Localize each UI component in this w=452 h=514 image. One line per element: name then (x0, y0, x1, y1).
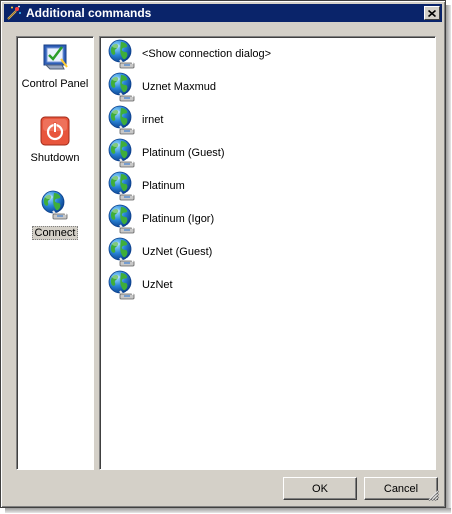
control-panel-icon (43, 44, 68, 70)
globe-network-icon (39, 189, 71, 221)
list-item[interactable]: irnet (106, 104, 163, 136)
globe-network-icon (106, 38, 138, 70)
sidebar-item-shutdown[interactable]: Shutdown (17, 115, 93, 164)
list-item-label: Platinum (Igor) (142, 213, 215, 225)
sidebar-item-label: Control Panel (21, 78, 89, 90)
list-item-label: <Show connection dialog> (142, 48, 272, 60)
list-item[interactable]: Uznet Maxmud (106, 71, 216, 103)
resize-grip-icon[interactable] (428, 490, 439, 501)
list-item[interactable]: Platinum (Igor) (106, 203, 214, 235)
close-icon (428, 9, 436, 17)
command-sidebar: Control Panel Shutdown Connect (16, 36, 94, 470)
globe-network-icon (106, 137, 138, 169)
power-icon (40, 116, 70, 146)
list-item-label: UzNet (Guest) (142, 246, 213, 258)
sidebar-item-label: Shutdown (30, 152, 80, 164)
list-item-label: Platinum (142, 180, 185, 192)
list-item[interactable]: UzNet (Guest) (106, 236, 212, 268)
list-item[interactable]: <Show connection dialog> (106, 38, 271, 70)
globe-network-icon (106, 104, 138, 136)
list-item[interactable]: UzNet (106, 269, 173, 301)
title-bar[interactable]: Additional commands (4, 4, 442, 22)
sidebar-item-label: Connect (31, 226, 79, 240)
list-item-label: Uznet Maxmud (142, 81, 216, 93)
cancel-button[interactable]: Cancel (364, 477, 438, 500)
globe-network-icon (106, 269, 138, 301)
globe-network-icon (106, 236, 138, 268)
window-shadow (5, 508, 451, 513)
connection-list[interactable]: <Show connection dialog> Uznet Maxmud ir… (99, 36, 436, 470)
globe-network-icon (106, 170, 138, 202)
window-title: Additional commands (26, 6, 152, 20)
list-item-label: Platinum (Guest) (142, 147, 225, 159)
globe-network-icon (106, 71, 138, 103)
window-shadow (446, 5, 451, 510)
list-item[interactable]: Platinum (106, 170, 185, 202)
dialog-window: Additional commands Control Panel Shutdo… (0, 0, 446, 508)
list-item-label: irnet (142, 114, 164, 126)
sidebar-item-control-panel[interactable]: Control Panel (17, 41, 93, 90)
close-button[interactable] (424, 6, 440, 20)
list-item-label: UzNet (142, 279, 173, 291)
sidebar-item-connect[interactable]: Connect (17, 189, 93, 240)
list-item[interactable]: Platinum (Guest) (106, 137, 225, 169)
globe-network-icon (106, 203, 138, 235)
wand-icon (7, 5, 21, 20)
ok-button[interactable]: OK (283, 477, 357, 500)
